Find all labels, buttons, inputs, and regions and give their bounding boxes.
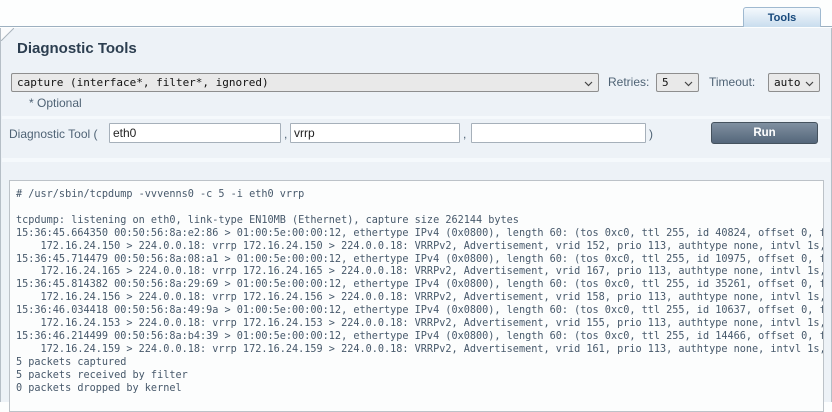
chevron-down-icon	[584, 81, 593, 87]
chevron-down-icon	[684, 81, 693, 87]
diagnostic-tool-label: Diagnostic Tool (	[9, 124, 98, 144]
arg-input-interface[interactable]	[109, 123, 281, 143]
tab-tools[interactable]: Tools	[743, 7, 821, 27]
output-text: # /usr/sbin/tcpdump -vvvenns0 -c 5 -i et…	[10, 181, 823, 396]
timeout-select-value: auto	[769, 76, 803, 89]
run-button[interactable]: Run	[711, 122, 818, 144]
diagnostic-tools-panel: Diagnostic Tools capture (interface*, fi…	[0, 28, 832, 402]
tool-select-value: capture (interface*, filter*, ignored)	[12, 76, 582, 89]
panel-corner-notch	[1, 28, 14, 41]
tab-bar	[0, 0, 832, 27]
tool-select[interactable]: capture (interface*, filter*, ignored)	[11, 73, 599, 92]
arg-input-ignored[interactable]	[471, 123, 646, 143]
tab-tools-label: Tools	[768, 12, 797, 24]
retries-select-value: 5	[657, 76, 682, 89]
arg-separator: ,	[284, 124, 287, 144]
output-panel: # /usr/sbin/tcpdump -vvvenns0 -c 5 -i et…	[9, 180, 824, 412]
close-paren: )	[649, 124, 653, 144]
timeout-select[interactable]: auto	[768, 73, 820, 92]
page-title: Diagnostic Tools	[17, 40, 137, 57]
timeout-label: Timeout:	[709, 73, 755, 92]
row-divider	[2, 158, 830, 162]
retries-select[interactable]: 5	[656, 73, 699, 92]
retries-label: Retries:	[608, 73, 649, 92]
chevron-down-icon	[805, 81, 814, 87]
optional-note: * Optional	[29, 94, 82, 113]
row-divider	[2, 116, 830, 119]
arg-separator: ,	[463, 124, 466, 144]
arg-input-filter[interactable]	[290, 123, 460, 143]
